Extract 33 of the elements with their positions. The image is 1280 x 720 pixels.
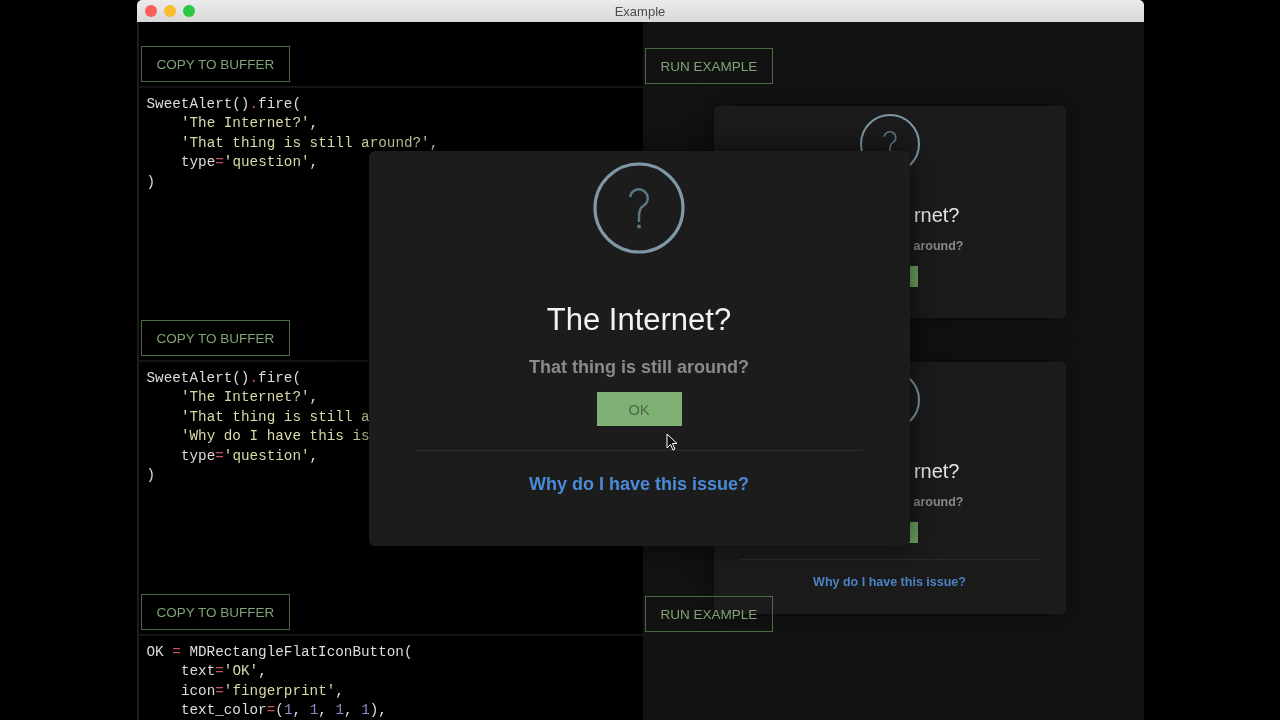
copy-button[interactable]: COPY TO BUFFER: [140, 594, 291, 630]
run-example-button[interactable]: RUN EXAMPLE: [644, 596, 774, 632]
help-link[interactable]: Why do I have this issue?: [528, 474, 749, 495]
dialog-title: rnet?: [913, 460, 960, 483]
code-line: 'The Internet?',: [179, 114, 319, 134]
copy-button[interactable]: COPY TO BUFFER: [140, 320, 291, 356]
code-line: 'The Internet?',: [179, 388, 319, 408]
cursor-icon: [665, 433, 678, 451]
code-line: 'Why do I have this is: [179, 427, 370, 447]
close-button[interactable]: [144, 5, 157, 17]
copy-button[interactable]: COPY TO BUFFER: [140, 46, 291, 82]
minimize-button[interactable]: [163, 5, 176, 17]
dialog-message: around?: [913, 495, 964, 509]
code-line: SweetAlert().fire(: [146, 95, 301, 114]
code-line: text_color=(1, 1, 1, 1),: [179, 701, 387, 720]
code-line: ): [146, 172, 156, 192]
dialog-message: around?: [913, 239, 964, 253]
dialog-title: The Internet?: [546, 302, 732, 338]
code-line: type='question',: [179, 153, 319, 173]
code-line: OK = MDRectangleFlatIconButton(: [146, 643, 413, 662]
window-title: Example: [614, 3, 666, 19]
code-line: ): [146, 466, 156, 486]
dialog-title: rnet?: [913, 204, 960, 227]
run-example-button[interactable]: RUN EXAMPLE: [644, 48, 774, 84]
code-line: 'That thing is still a: [179, 407, 370, 427]
dialog-message: That thing is still around?: [529, 357, 749, 378]
maximize-button[interactable]: [182, 5, 195, 17]
code-line: icon='fingerprint',: [179, 681, 344, 701]
code-line: type='question',: [179, 446, 319, 466]
help-link[interactable]: Why do I have this issue?: [813, 575, 966, 589]
code-line: SweetAlert().fire(: [146, 369, 301, 388]
code-line: 'That thing is still around?',: [179, 133, 439, 153]
code-line: text='OK',: [179, 662, 267, 682]
